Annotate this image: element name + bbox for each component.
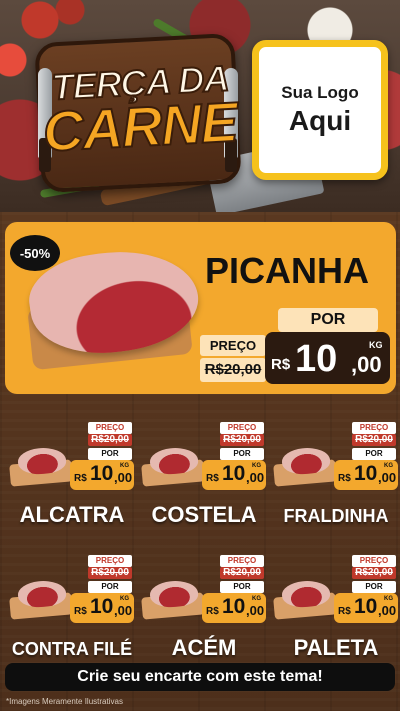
old-price: R$20,00 [88,567,132,579]
product-image [9,444,73,487]
product-image [273,444,337,487]
disclaimer-text: *Imagens Meramente Ilustrativas [6,697,123,706]
logo-placeholder[interactable]: Sua Logo Aqui [252,40,388,180]
price-unit: KG [384,596,393,602]
product-card[interactable]: PREÇO R$20,00 POR R$ 10,00 KG ALCATRA [8,422,136,546]
product-name: CONTRA FILÉ [11,639,133,659]
preco-label: PREÇO [88,422,132,434]
price-decimal: ,00 [246,470,265,485]
price-unit: KG [369,340,383,350]
price-integer: 10 [354,462,378,485]
product-name: ALCATRA [19,502,125,527]
product-image [141,577,205,620]
product-image [141,444,205,487]
price-unit: KG [252,463,261,469]
price-box: R$ 10,00 KG [70,593,134,623]
old-price: R$20,00 [88,434,132,446]
price-unit: KG [120,596,129,602]
por-label: POR [88,581,132,593]
price-box: R$ 10,00 KG [202,460,266,490]
product-card[interactable]: PREÇO R$20,00 POR R$ 10,00 KG ACÉM [140,555,268,679]
old-price: R$20,00 [220,434,264,446]
price-decimal: ,00 [378,603,397,618]
price-unit: KG [120,463,129,469]
price-integer: 10 [354,595,378,618]
preco-label: PREÇO [88,555,132,567]
price-integer: 10 [222,595,246,618]
price-currency: R$ [206,606,219,617]
por-label: POR [220,448,264,460]
product-name: COSTELA [151,502,257,527]
product-name: ACÉM [171,635,237,660]
price-unit: KG [252,596,261,602]
price-decimal: ,00 [378,470,397,485]
product-image [273,577,337,620]
logo-text-line-2: Aqui [288,105,352,136]
logo-text-line-1: Sua Logo [281,83,359,102]
price-integer: 10 [222,462,246,485]
por-label: POR [88,448,132,460]
preco-label: PREÇO [352,422,396,434]
por-label: POR [220,581,264,593]
preco-label: PREÇO [220,555,264,567]
create-flyer-button[interactable]: Crie seu encarte com este tema! [5,663,395,691]
product-card[interactable]: PREÇO R$20,00 POR R$ 10,00 KG COSTELA [140,422,268,546]
old-price: R$20,00 [200,358,266,382]
product-name: PALETA [293,635,379,660]
old-price: R$20,00 [352,567,396,579]
price-currency: R$ [338,606,351,617]
preco-label: PREÇO [220,422,264,434]
featured-product-name: PICANHA [205,250,370,291]
price-integer: 10 [90,595,114,618]
price-box: R$ 10,00 KG [202,593,266,623]
price-currency: R$ [338,473,351,484]
price-box: R$ 10,00 KG [334,460,398,490]
product-image [9,577,73,620]
product-card[interactable]: PREÇO R$20,00 POR R$ 10,00 KG CONTRA FILÉ [8,555,136,679]
preco-label: PREÇO [352,555,396,567]
price-unit: KG [384,463,393,469]
price-decimal: ,00 [114,603,133,618]
por-label: POR [352,581,396,593]
featured-price-box: R$ 10 ,00 KG [265,332,390,384]
price-integer: 10 [90,462,114,485]
price-currency: R$ [74,606,87,617]
price-integer: 10 [295,338,338,380]
price-decimal: ,00 [351,352,382,377]
preco-label: PREÇO [200,335,266,356]
old-price: R$20,00 [352,434,396,446]
product-name: FRALDINHA [283,506,389,526]
price-box: R$ 10,00 KG [334,593,398,623]
price-currency: R$ [74,473,87,484]
old-price: R$20,00 [220,567,264,579]
price-currency: R$ [271,356,291,373]
price-currency: R$ [206,473,219,484]
por-label: POR [352,448,396,460]
price-box: R$ 10,00 KG [70,460,134,490]
product-card[interactable]: PREÇO R$20,00 POR R$ 10,00 KG PALETA [272,555,400,679]
price-decimal: ,00 [114,470,133,485]
discount-badge: -50% [10,235,60,271]
por-label: POR [278,308,378,332]
product-card[interactable]: PREÇO R$20,00 POR R$ 10,00 KG FRALDINHA [272,422,400,546]
price-decimal: ,00 [246,603,265,618]
